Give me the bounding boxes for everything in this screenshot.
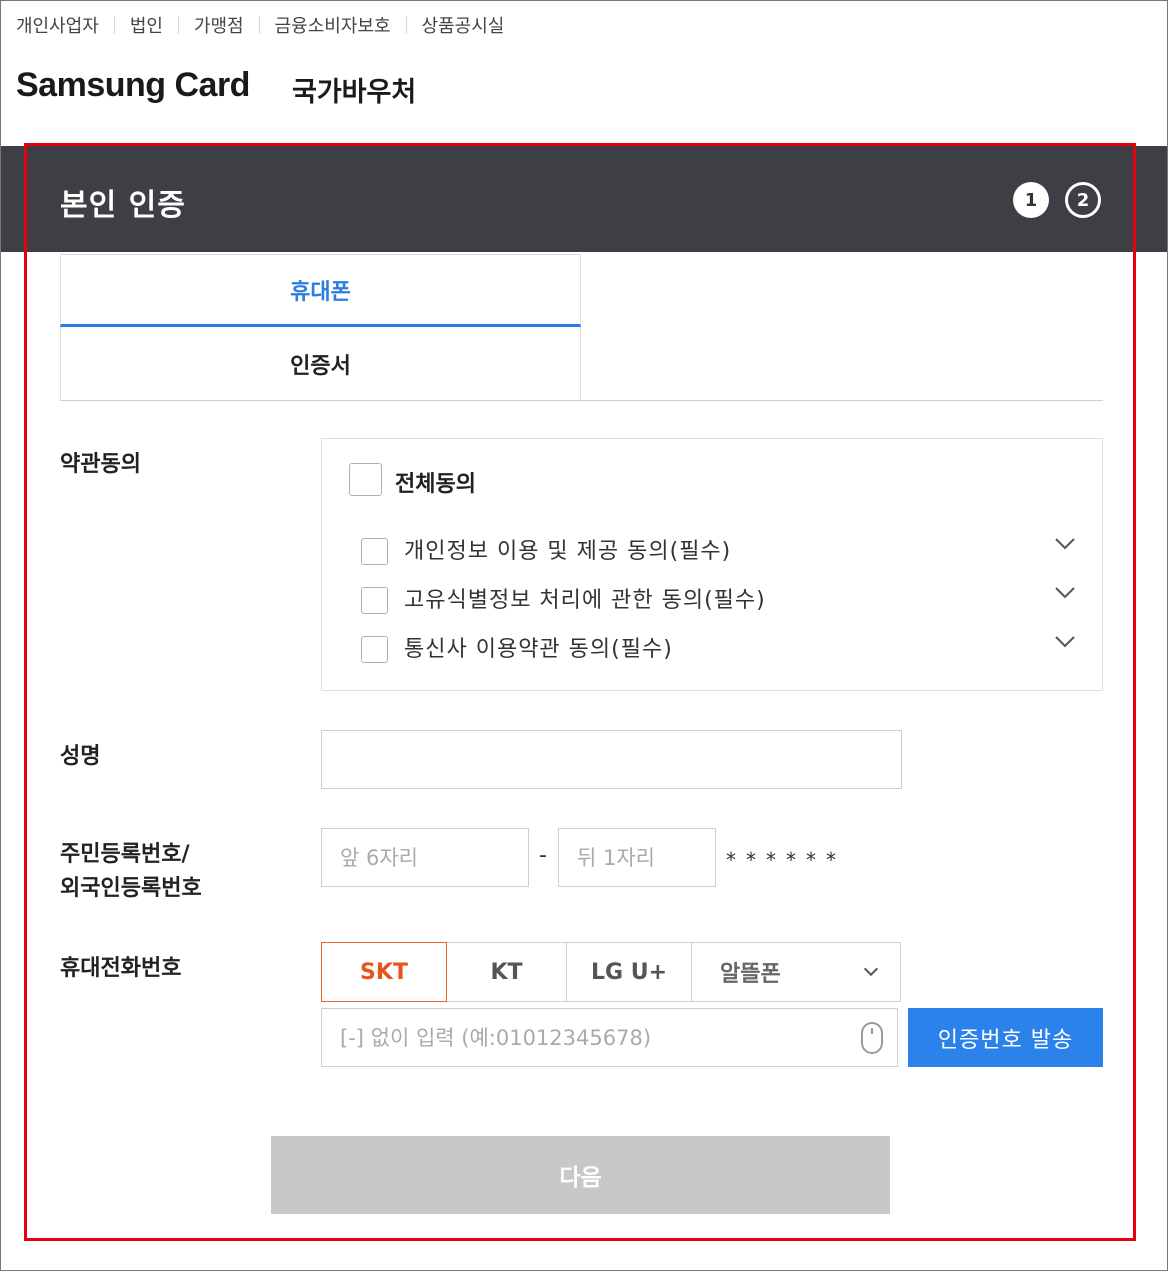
terms-carrier-checkbox[interactable] [361,636,388,663]
mvno-select-value: 알뜰폰 [720,962,781,987]
mouse-icon [861,1022,883,1054]
nav-divider [113,16,115,34]
step-indicator-current: 1 [1013,182,1049,218]
carrier-lgu-button[interactable]: LG U+ [566,942,692,1002]
auth-method-tabs: 휴대폰 인증서 [60,254,1103,401]
terms-unique-id-checkbox[interactable] [361,587,388,614]
nav-link-consumer-protection[interactable]: 금융소비자보호 [275,12,391,38]
step-indicator-next: 2 [1065,182,1101,218]
service-title: 국가바우처 [292,77,417,108]
carrier-selector: SKT KT LG U+ 알뜰폰 [321,942,901,1002]
agree-all-checkbox[interactable] [349,463,382,496]
phone-number-wrapper [321,1008,898,1067]
resident-id-separator: - [539,843,547,868]
phone-number-input[interactable] [322,1009,897,1066]
resident-id-back-input[interactable] [559,829,715,886]
page-title: 본인 인증 [60,188,186,223]
brand-logo[interactable]: Samsung Card [16,66,250,105]
nav-link-product-disclosure[interactable]: 상품공시실 [422,12,505,38]
resident-id-back-wrapper [558,828,716,887]
name-label: 성명 [60,744,101,769]
tab-certificate[interactable]: 인증서 [60,327,581,400]
resident-id-mask: ****** [726,848,846,872]
name-field[interactable] [322,731,901,788]
carrier-kt-button[interactable]: KT [446,942,567,1002]
nav-link-merchant[interactable]: 가맹점 [194,12,244,38]
resident-id-label-line1: 주민등록번호/ [60,842,190,867]
send-verification-button[interactable]: 인증번호 발송 [908,1008,1103,1067]
top-nav: 개인사업자 법인 가맹점 금융소비자보호 상품공시실 [16,12,504,38]
nav-link-individual-business[interactable]: 개인사업자 [16,12,99,38]
agree-all-label[interactable]: 전체동의 [395,466,476,498]
resident-id-front-input[interactable] [322,829,528,886]
terms-privacy-checkbox[interactable] [361,538,388,565]
chevron-down-icon[interactable] [1053,630,1077,654]
terms-unique-id-label[interactable]: 고유식별정보 처리에 관한 동의(필수) [404,582,766,614]
tab-phone[interactable]: 휴대폰 [60,254,581,327]
chevron-down-icon[interactable] [1053,581,1077,605]
phone-label: 휴대전화번호 [60,956,182,981]
terms-label: 약관동의 [60,452,141,477]
nav-divider [177,16,179,34]
resident-id-label-line2: 외국인등록번호 [60,876,202,901]
terms-carrier-label[interactable]: 통신사 이용약관 동의(필수) [404,631,673,663]
nav-link-corporate[interactable]: 법인 [130,12,163,38]
nav-divider [258,16,260,34]
resident-id-front-wrapper [321,828,529,887]
mvno-select[interactable]: 알뜰폰 [691,942,901,1002]
terms-privacy-label[interactable]: 개인정보 이용 및 제공 동의(필수) [404,533,731,565]
carrier-skt-button[interactable]: SKT [321,942,447,1002]
chevron-down-icon [863,967,879,977]
name-field-wrapper [321,730,902,789]
chevron-down-icon[interactable] [1053,532,1077,556]
next-button[interactable]: 다음 [271,1136,890,1214]
nav-divider [405,16,407,34]
